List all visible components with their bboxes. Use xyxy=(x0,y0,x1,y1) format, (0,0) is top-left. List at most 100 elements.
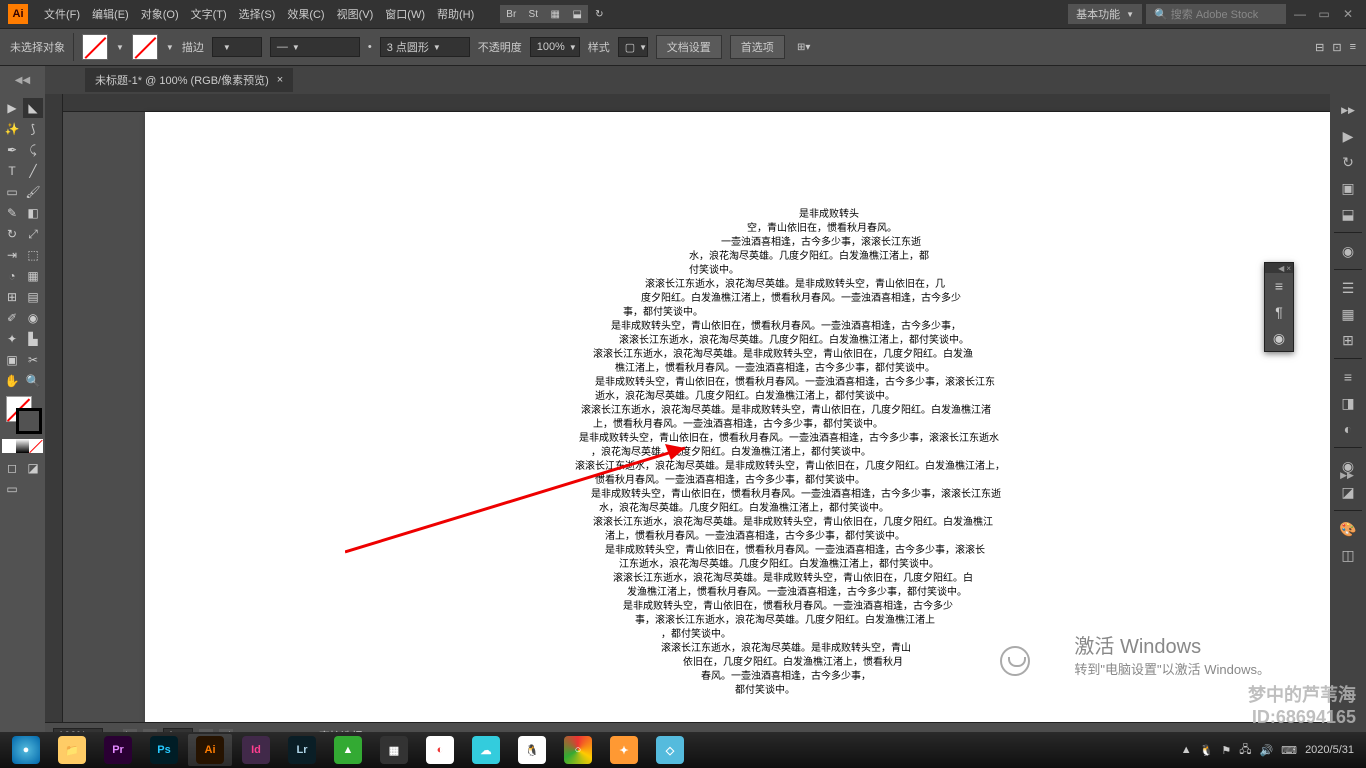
hand-tool[interactable]: ✋ xyxy=(2,371,22,391)
graphic-style[interactable]: ▢▼ xyxy=(618,37,648,57)
symbols-panel-icon[interactable]: ⊞ xyxy=(1334,328,1362,352)
taskbar-explorer-icon[interactable]: 📁 xyxy=(50,734,94,766)
symbol-sprayer-tool[interactable]: ✦ xyxy=(2,329,22,349)
color-mode-icon[interactable] xyxy=(2,439,16,453)
fill-stroke-control[interactable] xyxy=(2,396,43,436)
shaper-tool[interactable]: ✎ xyxy=(2,203,22,223)
brushes-panel-icon[interactable]: ☰ xyxy=(1334,276,1362,300)
menu-h[interactable]: 帮助(H) xyxy=(431,6,480,22)
eyedropper-tool[interactable]: ✐ xyxy=(2,308,22,328)
tray-ime-icon[interactable]: ⌨ xyxy=(1281,744,1297,757)
tray-vol-icon[interactable]: 🔊 xyxy=(1259,744,1273,757)
transparency-panel-icon[interactable]: ◐ xyxy=(1334,417,1362,441)
layers-panel-icon[interactable]: ▣ xyxy=(1334,176,1362,200)
direct-selection-tool[interactable]: ◣ xyxy=(23,98,43,118)
dock-expand-icon[interactable]: ▶▶ xyxy=(1334,98,1362,122)
color-panel-icon[interactable]: 🎨 xyxy=(1334,517,1362,541)
arrange-docs-icon[interactable]: ▦ xyxy=(544,5,566,23)
shape-builder-tool[interactable]: ◔ xyxy=(2,266,22,286)
stroke-panel-icon[interactable]: ≡ xyxy=(1334,365,1362,389)
workspace-selector[interactable]: 基本功能▼ xyxy=(1068,4,1142,24)
stroke-swatch[interactable] xyxy=(132,34,158,60)
opacity-input[interactable]: 100%▼ xyxy=(530,37,580,57)
taskbar-lightroom-icon[interactable]: Lr xyxy=(280,734,324,766)
sync-icon[interactable]: ↻ xyxy=(588,5,610,23)
draw-behind-icon[interactable]: ◪ xyxy=(23,458,43,478)
cc-lib-panel-icon[interactable]: ↻ xyxy=(1334,150,1362,174)
width-tool[interactable]: ⇥ xyxy=(2,245,22,265)
document-tab[interactable]: 未标题-1* @ 100% (RGB/像素预览)× xyxy=(85,68,293,92)
canvas[interactable]: 是非成败转头空，青山依旧在，惯看秋月春风。一壶浊酒喜相逢，古今多少事，滚滚长江东… xyxy=(45,94,1330,748)
column-graph-tool[interactable]: ▙ xyxy=(23,329,43,349)
fill-swatch[interactable] xyxy=(82,34,108,60)
area-type-object[interactable]: 是非成败转头空，青山依旧在，惯看秋月春风。一壶浊酒喜相逢，古今多少事，滚滚长江东… xyxy=(575,208,1135,698)
var-width-profile[interactable]: — ▼ xyxy=(270,37,360,57)
menu-e[interactable]: 编辑(E) xyxy=(86,6,135,22)
character-panel-icon[interactable]: ≡ xyxy=(1265,273,1293,299)
swatches-panel-icon[interactable]: ▦ xyxy=(1334,302,1362,326)
tray-up-icon[interactable]: ▲ xyxy=(1181,744,1192,756)
taskbar-app5-icon[interactable]: ✦ xyxy=(602,734,646,766)
paragraph-panel-icon[interactable]: ¶ xyxy=(1265,299,1293,325)
transform-icon[interactable]: ⊡ xyxy=(1332,41,1341,54)
floating-panel[interactable]: ◀× ≡ ¶ ◉ xyxy=(1264,262,1294,352)
free-transform-tool[interactable]: ⬚ xyxy=(23,245,43,265)
tray-net-icon[interactable]: 🖧 xyxy=(1239,741,1251,760)
gradient-mode-icon[interactable] xyxy=(16,439,30,453)
menu-v[interactable]: 视图(V) xyxy=(331,6,380,22)
align-icon[interactable]: ⊟ xyxy=(1315,41,1324,54)
menu-f[interactable]: 文件(F) xyxy=(38,6,86,22)
taskbar-photoshop-icon[interactable]: Ps xyxy=(142,734,186,766)
none-mode-icon[interactable] xyxy=(29,439,43,453)
stroke-weight[interactable]: ▼ xyxy=(212,37,262,57)
graphic-styles-panel-icon[interactable]: ◪ xyxy=(1334,480,1362,504)
asset-export-panel-icon[interactable]: ◉ xyxy=(1334,239,1362,263)
mesh-tool[interactable]: ⊞ xyxy=(2,287,22,307)
taskbar-app4-icon[interactable]: ☁ xyxy=(464,734,508,766)
menu-o[interactable]: 对象(O) xyxy=(135,6,185,22)
gpu-icon[interactable]: ⬓ xyxy=(566,5,588,23)
eraser-tool[interactable]: ◧ xyxy=(23,203,43,223)
taskbar-app1-icon[interactable]: ▲ xyxy=(326,734,370,766)
tab-close-icon[interactable]: × xyxy=(277,74,283,86)
slice-tool[interactable]: ✂ xyxy=(23,350,43,370)
tray-clock[interactable]: 2020/5/31 xyxy=(1305,744,1354,756)
artboard-tool[interactable]: ▣ xyxy=(2,350,22,370)
search-stock[interactable]: 🔍 搜索 Adobe Stock xyxy=(1146,4,1286,24)
gradient-panel-icon[interactable]: ◨ xyxy=(1334,391,1362,415)
taskbar-qq-icon[interactable]: 🐧 xyxy=(510,734,554,766)
zoom-tool[interactable]: 🔍 xyxy=(23,371,43,391)
menu-c[interactable]: 效果(C) xyxy=(281,6,330,22)
scale-tool[interactable]: ⤢ xyxy=(23,224,43,244)
taskbar-app2-icon[interactable]: ▦ xyxy=(372,734,416,766)
taskbar-chrome-icon[interactable]: ○ xyxy=(556,734,600,766)
draw-normal-icon[interactable]: ◻ xyxy=(2,458,22,478)
tray-qq-icon[interactable]: 🐧 xyxy=(1200,744,1214,757)
panel-collapse-icon[interactable]: ◀ xyxy=(1278,264,1284,273)
menu-s[interactable]: 选择(S) xyxy=(233,6,282,22)
pen-tool[interactable]: ✒ xyxy=(2,140,22,160)
rectangle-tool[interactable]: ▭ xyxy=(2,182,22,202)
menu-t[interactable]: 文字(T) xyxy=(185,6,233,22)
taskbar-app6-icon[interactable]: ◇ xyxy=(648,734,692,766)
color-guide-panel-icon[interactable]: ◫ xyxy=(1334,543,1362,567)
taskbar-browser-icon[interactable]: ● xyxy=(4,734,48,766)
bridge-icon[interactable]: Br xyxy=(500,5,522,23)
rotate-tool[interactable]: ↻ xyxy=(2,224,22,244)
screen-mode-icon[interactable]: ▭ xyxy=(2,479,22,499)
selection-tool[interactable]: ▶ xyxy=(2,98,22,118)
taskbar-premiere-icon[interactable]: Pr xyxy=(96,734,140,766)
opentype-panel-icon[interactable]: ◉ xyxy=(1265,325,1293,351)
type-tool[interactable]: T xyxy=(2,161,22,181)
taskbar-app3-icon[interactable]: ◐ xyxy=(418,734,462,766)
artboards-panel-icon[interactable]: ⬓ xyxy=(1334,202,1362,226)
stock-icon[interactable]: St xyxy=(522,5,544,23)
lasso-tool[interactable]: ⟆ xyxy=(23,119,43,139)
taskbar-indesign-icon[interactable]: Id xyxy=(234,734,278,766)
close-icon[interactable]: ✕ xyxy=(1338,7,1358,21)
preferences-button[interactable]: 首选项 xyxy=(730,35,785,59)
panel-menu-icon[interactable]: ≡ xyxy=(1350,41,1356,54)
perspective-grid-tool[interactable]: ▦ xyxy=(23,266,43,286)
brush-def[interactable]: 3 点圆形▼ xyxy=(380,37,470,57)
magic-wand-tool[interactable]: ✨ xyxy=(2,119,22,139)
